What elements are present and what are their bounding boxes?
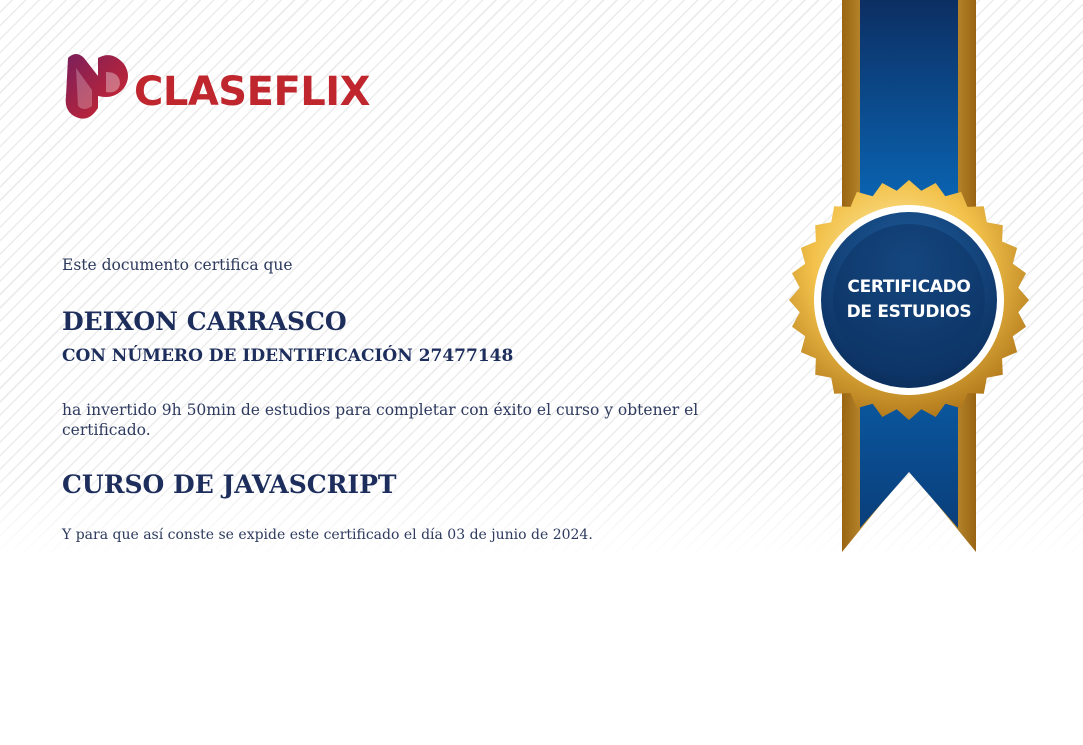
seal-text-line2: DE ESTUDIOS [846, 302, 972, 322]
identification-line: CON NÚMERO DE IDENTIFICACIÓN 27477148 [62, 346, 514, 366]
certificate-intro: Este documento certifica que [62, 256, 293, 274]
claseflix-logo: CLASEFLIX [62, 50, 372, 125]
recipient-name: DEIXON CARRASCO [62, 307, 347, 336]
course-title: CURSO DE JAVASCRIPT [62, 470, 397, 499]
study-time-text: ha invertido 9h 50min de estudios para c… [62, 401, 699, 439]
seal-text-line1: CERTIFICADO [847, 277, 971, 297]
logo-wordmark: CLASEFLIX [134, 69, 370, 115]
logo-mark-icon [65, 54, 128, 119]
issue-date-text: Y para que así conste se expide este cer… [62, 527, 593, 543]
